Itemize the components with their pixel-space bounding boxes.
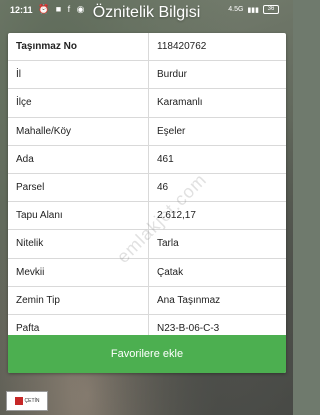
attribute-key: Zemin Tip bbox=[8, 286, 149, 315]
attribute-value: 46 bbox=[148, 173, 286, 203]
attribute-key: Taşınmaz No bbox=[8, 33, 149, 62]
page-title: Öznitelik Bilgisi bbox=[92, 4, 201, 21]
logo-mark-icon bbox=[14, 397, 23, 405]
attribute-key: İlçe bbox=[8, 88, 149, 118]
attribute-row: Nitelik Tarla bbox=[8, 229, 286, 259]
attribute-row: Mevkii Çatak bbox=[8, 258, 286, 287]
add-to-favorites-button[interactable]: Favorilere ekle bbox=[8, 335, 286, 373]
attribute-value: 461 bbox=[148, 145, 286, 174]
attribute-row: Parsel 46 bbox=[8, 173, 286, 203]
attribute-value: Karamanlı bbox=[148, 88, 286, 118]
attribute-row: Taşınmaz No 118420762 bbox=[8, 33, 286, 62]
attribute-value: Tarla bbox=[148, 229, 286, 259]
attribute-value: 2.612,17 bbox=[148, 201, 286, 231]
attribute-value: 118420762 bbox=[148, 33, 286, 62]
attribute-value: Eşeler bbox=[148, 117, 286, 146]
attribute-key: Nitelik bbox=[8, 229, 149, 259]
attribute-key: Mevkii bbox=[8, 258, 149, 287]
attribute-table: Taşınmaz No 118420762 İl Burdur İlçe Karamanl… bbox=[8, 33, 286, 344]
attribute-value: Ana Taşınmaz bbox=[148, 286, 286, 315]
logo-text: ÇETİN bbox=[24, 398, 40, 404]
attribute-value: Burdur bbox=[148, 60, 286, 90]
attribute-row: Ada 461 bbox=[8, 145, 286, 174]
attribute-row: İl Burdur bbox=[8, 60, 286, 90]
attribute-card: Taşınmaz No 118420762 İl Burdur İlçe Karamanl… bbox=[8, 33, 286, 373]
attribute-value: Çatak bbox=[148, 258, 286, 287]
attribute-row: Mahalle/Köy Eşeler bbox=[8, 117, 286, 146]
attribute-key: Tapu Alanı bbox=[8, 201, 149, 231]
attribute-key: Mahalle/Köy bbox=[8, 117, 149, 146]
attribute-row: Zemin Tip Ana Taşınmaz bbox=[8, 286, 286, 315]
attribute-row: Tapu Alanı 2.612,17 bbox=[8, 201, 286, 231]
attribute-key: Ada bbox=[8, 145, 149, 174]
attribute-key: Parsel bbox=[8, 173, 149, 203]
attribute-key: İl bbox=[8, 60, 149, 90]
attribute-row: İlçe Karamanlı bbox=[8, 88, 286, 118]
brand-logo: ÇETİN bbox=[6, 391, 48, 411]
